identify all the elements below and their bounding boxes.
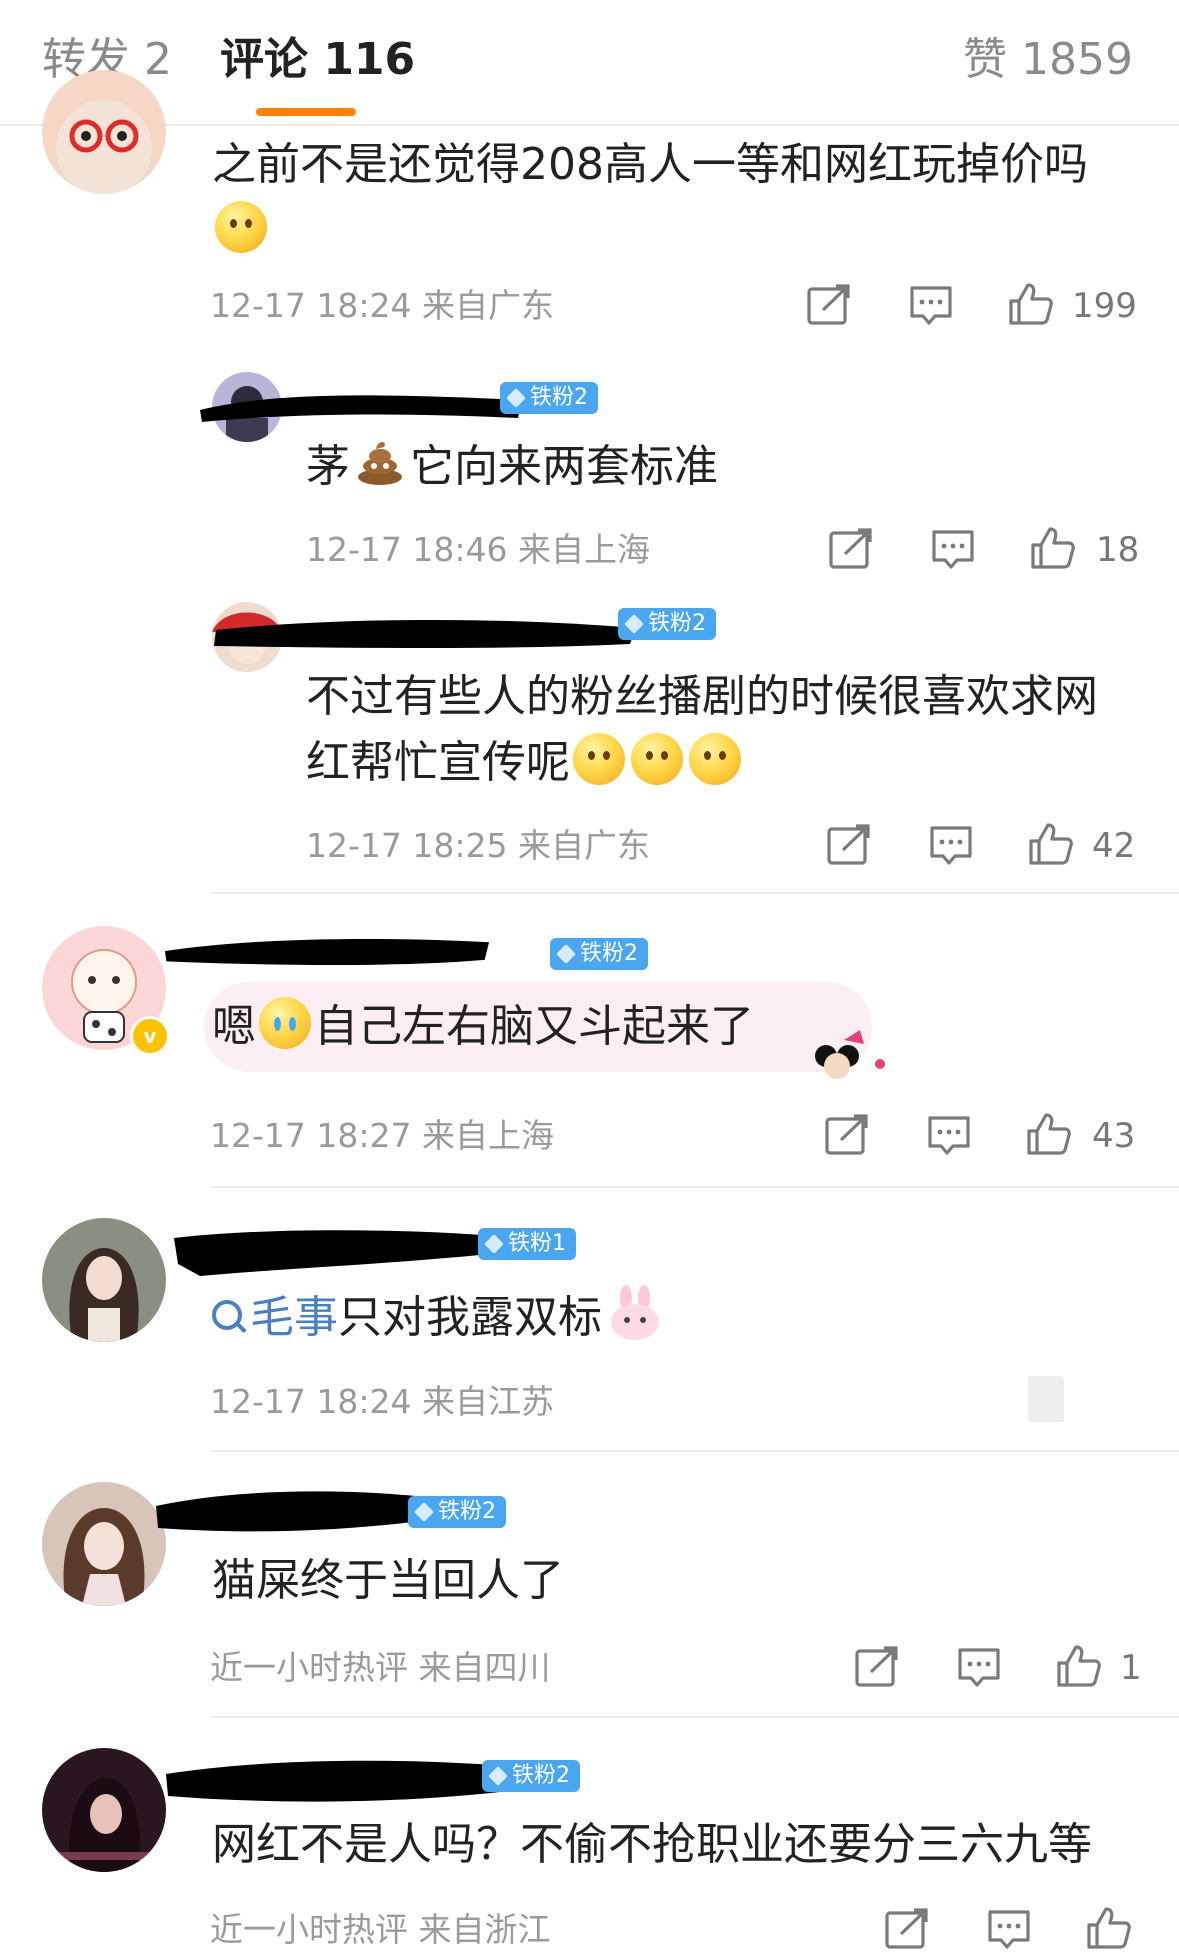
poop-emoji bbox=[354, 435, 406, 487]
repost-icon[interactable] bbox=[824, 1114, 870, 1158]
like-count: 199 bbox=[1072, 286, 1137, 326]
avatar[interactable] bbox=[42, 70, 166, 194]
minnie-mouse-decoration-icon bbox=[804, 1026, 890, 1082]
repost-icon[interactable] bbox=[854, 1646, 900, 1690]
avatar[interactable] bbox=[42, 1748, 166, 1872]
tab-comments[interactable]: 评论 116 bbox=[220, 32, 415, 88]
repost-icon[interactable] bbox=[828, 528, 874, 572]
repost-icon[interactable] bbox=[826, 824, 872, 868]
comment-text: 嗯自己左右脑又斗起来了 bbox=[212, 994, 754, 1060]
emoji bbox=[573, 733, 625, 785]
fan-badge: 铁粉2 bbox=[482, 1760, 580, 1792]
like-count: 43 bbox=[1092, 1116, 1136, 1156]
fan-badge: 铁粉2 bbox=[408, 1496, 506, 1528]
avatar[interactable] bbox=[42, 1482, 166, 1606]
like-count: 42 bbox=[1092, 826, 1136, 866]
divider bbox=[210, 892, 1179, 894]
comment-icon[interactable] bbox=[986, 1908, 1032, 1952]
reply-text: 茅它向来两套标准 bbox=[306, 434, 718, 500]
comment-icon[interactable] bbox=[930, 528, 976, 572]
redacted-username bbox=[160, 1752, 510, 1808]
like-icon[interactable] bbox=[1026, 1112, 1072, 1156]
reply-meta: 12-17 18:25 来自广东 bbox=[306, 826, 650, 865]
comment-icon[interactable] bbox=[926, 1114, 972, 1158]
reply-meta: 12-17 18:46 来自上海 bbox=[306, 530, 650, 569]
like-icon[interactable] bbox=[1056, 1644, 1102, 1688]
comment-tabs: 转发 2 评论 116 赞 1859 bbox=[0, 0, 1179, 126]
comment-text-emoji-line bbox=[212, 198, 270, 264]
avatar[interactable] bbox=[42, 1218, 166, 1342]
comment-text: 猫屎终于当回人了 bbox=[212, 1555, 564, 1606]
divider bbox=[210, 1186, 1179, 1188]
redacted-username bbox=[150, 1482, 420, 1538]
comment-icon[interactable] bbox=[956, 1646, 1002, 1690]
fan-badge: 铁粉2 bbox=[618, 608, 716, 640]
redacted-username bbox=[196, 384, 526, 428]
emoji bbox=[215, 201, 267, 253]
reply-text-line2: 红帮忙宣传呢 bbox=[306, 730, 744, 796]
bunny-emoji bbox=[606, 1284, 664, 1342]
comment-meta: 12-17 18:24 来自广东 bbox=[210, 286, 554, 325]
like-icon[interactable] bbox=[1008, 282, 1054, 326]
divider bbox=[210, 1716, 1179, 1718]
emoji bbox=[631, 733, 683, 785]
fan-badge: 铁粉2 bbox=[500, 382, 598, 414]
search-icon bbox=[212, 1300, 242, 1330]
comment-meta: 12-17 18:24 来自江苏 bbox=[210, 1382, 554, 1421]
crying-emoji bbox=[259, 997, 311, 1049]
verified-badge-icon: v bbox=[130, 1016, 170, 1056]
comment-text: 之前不是还觉得208高人一等和网红玩掉价吗 bbox=[212, 139, 1088, 190]
faded-like-icon[interactable] bbox=[1028, 1376, 1064, 1422]
redacted-username bbox=[102, 932, 552, 976]
like-count: 18 bbox=[1096, 530, 1140, 570]
comment-meta: 近一小时热评 来自四川 bbox=[210, 1648, 551, 1687]
redacted-username bbox=[170, 1224, 500, 1280]
comment-meta: 12-17 18:27 来自上海 bbox=[210, 1116, 554, 1155]
repost-icon[interactable] bbox=[884, 1908, 930, 1952]
divider bbox=[210, 1450, 1179, 1452]
like-icon[interactable] bbox=[1028, 822, 1074, 866]
like-count: 1 bbox=[1120, 1648, 1142, 1688]
comment-text: 网红不是人吗？不偷不抢职业还要分三六九等 bbox=[212, 1819, 1092, 1870]
like-icon[interactable] bbox=[1086, 1906, 1132, 1950]
repost-icon[interactable] bbox=[806, 284, 852, 328]
fan-badge: 铁粉2 bbox=[550, 938, 648, 970]
reply-text-line1: 不过有些人的粉丝播剧的时候很喜欢求网 bbox=[306, 671, 1098, 722]
like-icon[interactable] bbox=[1030, 526, 1076, 570]
redacted-username bbox=[210, 610, 640, 654]
topic-link[interactable]: 毛事 bbox=[250, 1292, 338, 1343]
comment-text: 毛事只对我露双标 bbox=[212, 1284, 664, 1351]
active-tab-indicator bbox=[256, 108, 356, 116]
emoji bbox=[689, 733, 741, 785]
comment-meta: 近一小时热评 来自浙江 bbox=[210, 1910, 551, 1949]
comment-icon[interactable] bbox=[928, 824, 974, 868]
tab-likes[interactable]: 赞 1859 bbox=[963, 32, 1133, 88]
fan-badge: 铁粉1 bbox=[478, 1228, 576, 1260]
comment-icon[interactable] bbox=[908, 284, 954, 328]
